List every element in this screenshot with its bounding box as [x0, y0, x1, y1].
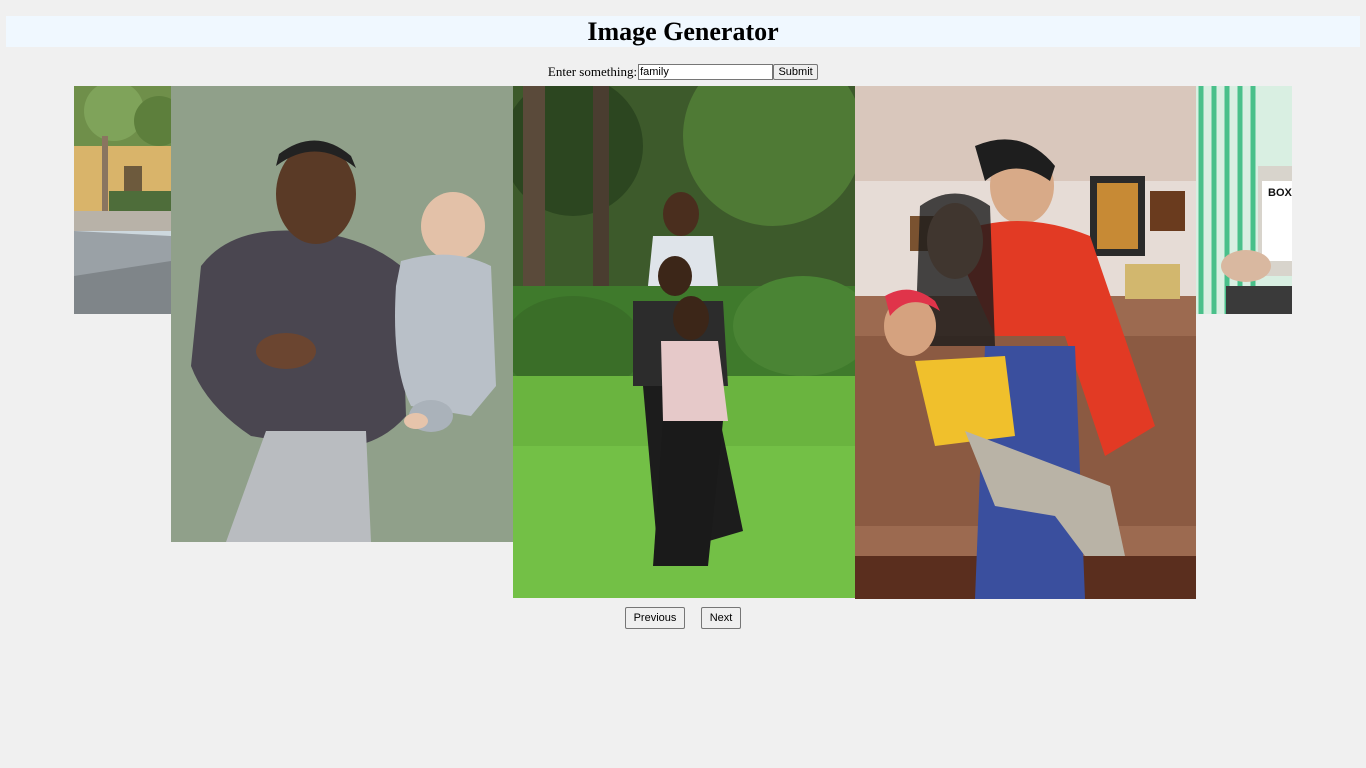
photo-striped-shirt-partial: BOXED WATER IS BETTER: [1196, 86, 1292, 314]
submit-button[interactable]: Submit: [773, 64, 819, 80]
search-label: Enter something:: [547, 64, 638, 79]
photo-street-partial: [74, 86, 171, 314]
side-photo-text: BOXED WATER IS BETTER: [1268, 187, 1292, 199]
previous-button[interactable]: Previous: [625, 607, 685, 629]
search-form: Enter something: Submit: [0, 63, 1366, 81]
photo-family-park: [513, 86, 855, 598]
photo-family-hug: [855, 86, 1196, 599]
page-header: Image Generator: [6, 16, 1360, 47]
search-input[interactable]: [638, 64, 774, 80]
photo-father-baby: [171, 86, 513, 542]
page-title: Image Generator: [587, 16, 779, 46]
next-button[interactable]: Next: [701, 607, 741, 629]
